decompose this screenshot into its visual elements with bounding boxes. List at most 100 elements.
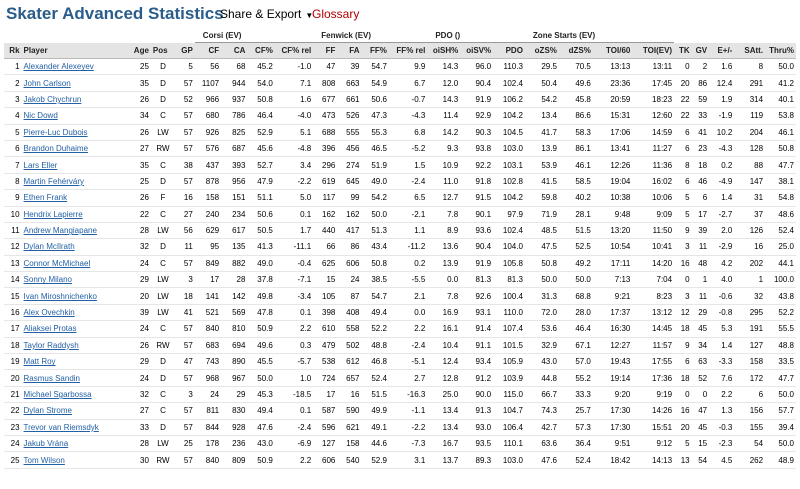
column-header-player[interactable]: Player: [21, 42, 129, 59]
column-header-pdo[interactable]: PDO: [493, 42, 525, 59]
cell-ff: 105: [313, 287, 338, 305]
cell-toi-ev: 11:27: [632, 140, 675, 158]
player-link[interactable]: Aliaksei Protas: [21, 320, 129, 338]
column-header-ff[interactable]: FF%: [361, 42, 389, 59]
player-link[interactable]: Pierre-Luc Dubois: [21, 124, 129, 141]
player-link[interactable]: Tom Wilson: [21, 451, 129, 469]
cell-ff-rel: 2.7: [388, 369, 428, 387]
cell-toi-ev: 10:06: [632, 189, 675, 207]
player-link[interactable]: John Carlson: [21, 74, 129, 92]
cell-dzs: 52.5: [558, 238, 593, 256]
cell-age: 24: [129, 255, 151, 273]
column-header-oisv[interactable]: oiSV%: [460, 42, 494, 59]
player-link[interactable]: Alex Ovechkin: [21, 304, 129, 322]
column-header-cf[interactable]: CF%: [247, 42, 275, 59]
cell-dzs: 28.1: [558, 206, 593, 223]
cell-satt: 291: [734, 74, 766, 92]
player-link[interactable]: Lars Eller: [21, 156, 129, 174]
player-link[interactable]: Dylan McIlrath: [21, 238, 129, 256]
cell-cf: 43.0: [247, 435, 275, 453]
column-header-gv[interactable]: GV: [691, 42, 710, 59]
cell-cf: 811: [194, 402, 222, 420]
column-header-cf[interactable]: CF: [194, 42, 222, 59]
player-link[interactable]: Connor McMichael: [21, 255, 129, 273]
column-header-toi-ev[interactable]: TOI(EV): [632, 42, 675, 59]
column-header-ff[interactable]: FF: [313, 42, 338, 59]
cell-satt: 31: [734, 189, 766, 207]
cell-ff: 51.3: [361, 222, 389, 240]
player-link[interactable]: Trevor van Riemsdyk: [21, 419, 129, 436]
cell-ff: 587: [313, 402, 338, 420]
player-link[interactable]: Andrew Mangiapane: [21, 222, 129, 240]
cell-ca: 694: [221, 337, 248, 355]
cell-gv: 86: [691, 74, 710, 92]
column-header-dzs[interactable]: dZS%: [558, 42, 593, 59]
column-header-pos[interactable]: Pos: [150, 42, 176, 59]
column-header-gp[interactable]: GP: [175, 42, 195, 59]
cell-cf-rel: 5.1: [274, 124, 314, 141]
cell-toi-60: 20:59: [592, 91, 633, 109]
column-header-thru[interactable]: Thru%: [765, 42, 796, 59]
column-header-fa[interactable]: FA: [337, 42, 362, 59]
column-header-ozs[interactable]: oZS%: [524, 42, 559, 59]
cell-e: -2.9: [709, 238, 735, 256]
cell-thru: 40.1: [765, 91, 796, 109]
cell-gp: 25: [175, 435, 195, 453]
column-header-cf-rel[interactable]: CF% rel: [274, 42, 314, 59]
player-link[interactable]: Sonny Milano: [21, 271, 129, 289]
player-link[interactable]: Ivan Miroshnichenko: [21, 287, 129, 305]
cell-satt: 88: [734, 156, 766, 174]
share-export-menu[interactable]: Share & Export ▼: [220, 7, 313, 21]
player-link[interactable]: Matt Roy: [21, 353, 129, 371]
table-row: 18 Taylor Raddysh 26 RW 57 683 694 49.6 0.3 479 50…: [4, 337, 796, 355]
cell-rk: 12: [4, 238, 22, 256]
cell-ff: 38.5: [361, 271, 389, 289]
cell-rk: 25: [4, 451, 22, 469]
cell-satt: 54: [734, 435, 766, 453]
column-header-rk[interactable]: Rk: [4, 42, 22, 59]
player-link[interactable]: Dylan Strome: [21, 402, 129, 420]
cell-satt: 172: [734, 369, 766, 387]
player-link[interactable]: Michael Sgarbossa: [21, 386, 129, 404]
cell-ff: 54.9: [361, 74, 389, 92]
player-link[interactable]: Brandon Duhaime: [21, 140, 129, 158]
player-link[interactable]: Alexander Alexeyev: [21, 58, 129, 76]
cell-toi-ev: 14:59: [632, 124, 675, 141]
cell-cf: 51.1: [247, 189, 275, 207]
cell-age: 33: [129, 419, 151, 436]
cell-pos: C: [150, 320, 176, 338]
cell-satt: 314: [734, 91, 766, 109]
cell-cf: 968: [194, 369, 222, 387]
cell-ff: 49.1: [361, 419, 389, 436]
column-header-ff-rel[interactable]: FF% rel: [388, 42, 428, 59]
player-link[interactable]: Jakub Vrána: [21, 435, 129, 453]
column-header-ca[interactable]: CA: [221, 42, 248, 59]
column-header-oish[interactable]: oiSH%: [427, 42, 461, 59]
column-header-toi-60[interactable]: TOI/60: [592, 42, 633, 59]
column-header-tk[interactable]: TK: [674, 42, 692, 59]
player-link[interactable]: Nic Dowd: [21, 107, 129, 125]
column-header-e[interactable]: E+/-: [709, 42, 735, 59]
player-link[interactable]: Jakob Chychrun: [21, 91, 129, 109]
column-header-satt[interactable]: SAtt.: [734, 42, 766, 59]
cell-age: 30: [129, 451, 151, 469]
cell-rk: 11: [4, 222, 22, 240]
cell-thru: 50.0: [765, 58, 796, 76]
column-header-age[interactable]: Age: [129, 42, 151, 59]
cell-oish: 12.0: [427, 74, 461, 92]
table-row: 11 Andrew Mangiapane 28 LW 56 629 617 50.5 1.7 44…: [4, 222, 796, 240]
player-link[interactable]: Hendrix Lapierre: [21, 206, 129, 223]
glossary-link[interactable]: Glossary: [312, 7, 359, 21]
player-link[interactable]: Martin Fehérváry: [21, 173, 129, 191]
cell-satt: 155: [734, 419, 766, 436]
player-link[interactable]: Rasmus Sandin: [21, 369, 129, 387]
cell-pdo: 104.7: [493, 402, 525, 420]
cell-tk: 6: [674, 140, 692, 158]
cell-cf: 47.9: [247, 173, 275, 191]
cell-toi-60: 17:06: [592, 124, 633, 141]
player-link[interactable]: Ethen Frank: [21, 189, 129, 207]
cell-oisv: 89.3: [460, 451, 494, 469]
cell-pos: D: [150, 353, 176, 371]
cell-oisv: 93.4: [460, 353, 494, 371]
player-link[interactable]: Taylor Raddysh: [21, 337, 129, 355]
